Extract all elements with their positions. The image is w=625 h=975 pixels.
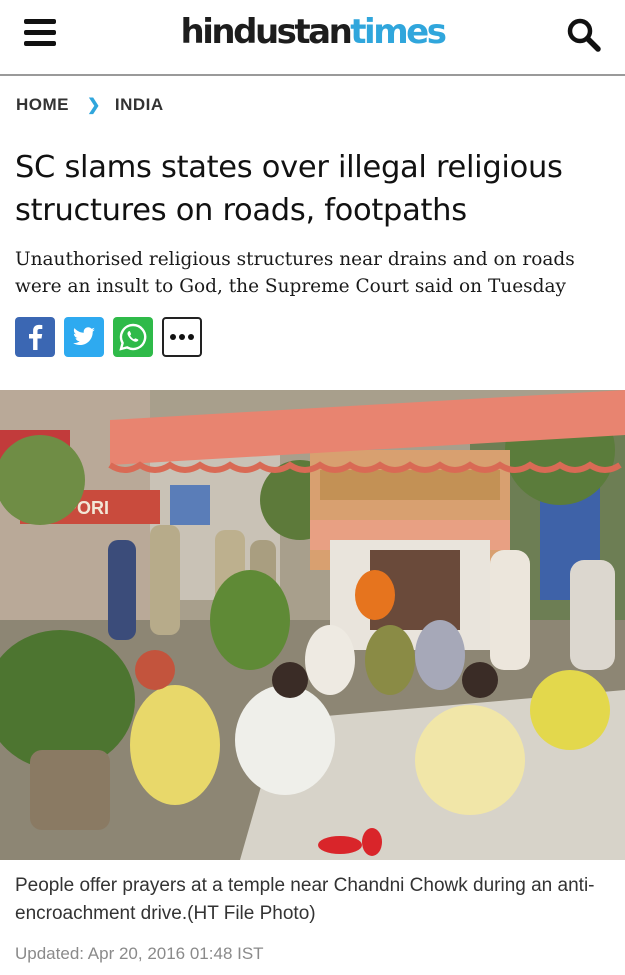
search-icon — [567, 18, 601, 52]
updated-timestamp: Updated: Apr 20, 2016 01:48 IST — [15, 944, 264, 963]
article-headline: SC slams states over illegal religious s… — [15, 150, 563, 228]
article-summary: Unauthorised religious structures near d… — [15, 249, 575, 297]
share-bar — [15, 317, 202, 357]
logo-text-times: times — [350, 12, 447, 52]
more-dots-icon — [170, 334, 194, 340]
facebook-icon — [29, 324, 43, 350]
more-share-button[interactable] — [162, 317, 202, 357]
breadcrumb-section[interactable]: INDIA — [115, 95, 164, 115]
facebook-share-button[interactable] — [15, 317, 55, 357]
whatsapp-share-button[interactable] — [113, 317, 153, 357]
site-header: hindustantimes — [0, 0, 625, 76]
whatsapp-icon — [119, 323, 147, 351]
photo-caption: People offer prayers at a temple near Ch… — [15, 875, 595, 924]
chevron-right-icon: ❯ — [87, 97, 101, 114]
twitter-share-button[interactable] — [64, 317, 104, 357]
breadcrumb: HOME ❯ INDIA — [16, 95, 164, 115]
twitter-icon — [73, 327, 95, 345]
temple-prayer-photo: EMPORI — [0, 390, 625, 860]
breadcrumb-home[interactable]: HOME — [16, 95, 69, 115]
site-logo[interactable]: hindustantimes — [0, 12, 625, 52]
logo-text-hindustan: hindustan — [180, 12, 353, 52]
search-button[interactable] — [565, 16, 603, 54]
article-photo[interactable]: EMPORI — [0, 390, 625, 860]
